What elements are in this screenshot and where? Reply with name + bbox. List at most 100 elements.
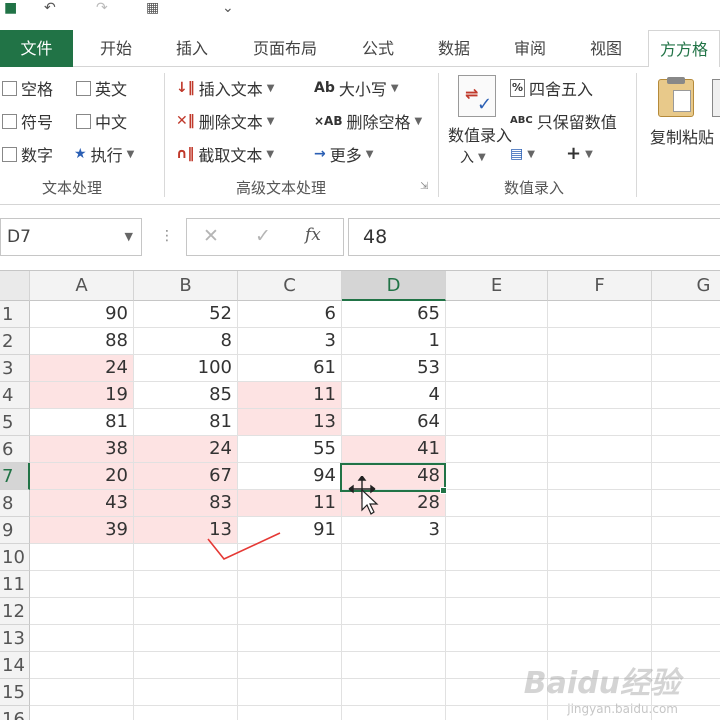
table-cell[interactable]: 20 <box>30 463 134 490</box>
tab-fangfangge[interactable]: 方方格 <box>648 30 720 68</box>
table-cell[interactable] <box>446 355 548 382</box>
tab-insert[interactable]: 插入 <box>164 30 220 67</box>
table-cell[interactable] <box>238 706 342 720</box>
table-cell[interactable]: 81 <box>134 409 238 436</box>
table-cell[interactable]: 24 <box>30 355 134 382</box>
table-cell[interactable]: 90 <box>30 301 134 328</box>
table-cell[interactable]: 11 <box>238 382 342 409</box>
table-cell[interactable] <box>446 301 548 328</box>
table-cell[interactable]: 88 <box>30 328 134 355</box>
table-cell[interactable] <box>238 679 342 706</box>
entry-button[interactable]: 数值录入 <box>448 123 512 145</box>
table-cell[interactable] <box>30 598 134 625</box>
row-header[interactable]: 16 <box>0 706 30 720</box>
table-cell[interactable] <box>446 409 548 436</box>
chinese-checkbox[interactable]: 中文 <box>76 108 127 134</box>
table-cell[interactable] <box>446 544 548 571</box>
row-header[interactable]: 9 <box>0 517 30 544</box>
drag-handle-icon[interactable]: ⋮ <box>160 228 174 244</box>
column-header[interactable]: G <box>652 271 720 301</box>
keep-values-button[interactable]: ABC 只保留数值 <box>510 108 617 134</box>
table-cell[interactable] <box>342 598 446 625</box>
round-button[interactable]: % 四舍五入 <box>510 75 593 101</box>
table-cell[interactable] <box>446 517 548 544</box>
row-header[interactable]: 7 <box>0 463 30 490</box>
tab-data[interactable]: 数据 <box>426 30 482 67</box>
row-header[interactable]: 8 <box>0 490 30 517</box>
table-cell[interactable] <box>134 625 238 652</box>
table-cell[interactable]: 19 <box>30 382 134 409</box>
tab-home[interactable]: 开始 <box>88 30 144 67</box>
table-cell[interactable] <box>238 652 342 679</box>
table-cell[interactable]: 11 <box>238 490 342 517</box>
table-cell[interactable] <box>446 706 548 720</box>
row-header[interactable]: 15 <box>0 679 30 706</box>
table-cell[interactable] <box>30 706 134 720</box>
table-cell[interactable] <box>342 571 446 598</box>
table-cell[interactable] <box>446 328 548 355</box>
table-cell[interactable]: 1 <box>342 328 446 355</box>
table-cell[interactable] <box>446 571 548 598</box>
table-cell[interactable]: 94 <box>238 463 342 490</box>
table-cell[interactable] <box>134 652 238 679</box>
table-cell[interactable] <box>548 490 652 517</box>
entry-icon[interactable]: ⇌ ✓ <box>458 75 496 117</box>
table-cell[interactable]: 24 <box>134 436 238 463</box>
table-cell[interactable] <box>446 463 548 490</box>
row-header[interactable]: 6 <box>0 436 30 463</box>
table-cell[interactable] <box>652 463 720 490</box>
table-cell[interactable] <box>446 625 548 652</box>
row-header[interactable]: 1 <box>0 301 30 328</box>
table-cell[interactable] <box>30 544 134 571</box>
table-cell[interactable] <box>134 679 238 706</box>
name-box[interactable]: D7 ▼ <box>0 218 142 256</box>
table-icon[interactable]: ▦ <box>146 0 159 18</box>
table-cell[interactable] <box>652 382 720 409</box>
table-cell[interactable] <box>134 571 238 598</box>
delete-text-button[interactable]: ✕‖ 删除文本 ▼ <box>176 108 274 134</box>
table-cell[interactable] <box>446 490 548 517</box>
tab-file[interactable]: 文件 <box>0 30 73 67</box>
table-cell[interactable] <box>548 625 652 652</box>
fill-handle[interactable] <box>440 487 447 494</box>
table-cell[interactable] <box>30 679 134 706</box>
column-header[interactable]: A <box>30 271 134 301</box>
table-cell[interactable]: 4 <box>342 382 446 409</box>
table-cell[interactable] <box>134 706 238 720</box>
table-cell[interactable] <box>30 571 134 598</box>
extract-text-button[interactable]: ∩‖ 截取文本 ▼ <box>176 141 274 167</box>
table-cell[interactable]: 83 <box>134 490 238 517</box>
table-cell[interactable]: 41 <box>342 436 446 463</box>
customize-qat-icon[interactable]: ⌄ <box>222 0 234 18</box>
table-cell[interactable] <box>548 436 652 463</box>
table-cell[interactable]: 81 <box>30 409 134 436</box>
column-header[interactable]: B <box>134 271 238 301</box>
undo-icon[interactable]: ↶ <box>44 0 56 18</box>
table-cell[interactable] <box>548 571 652 598</box>
table-cell[interactable] <box>342 652 446 679</box>
table-cell[interactable] <box>238 571 342 598</box>
table-cell[interactable] <box>548 409 652 436</box>
date-button[interactable]: ▤ ▼ <box>510 141 535 167</box>
table-cell[interactable] <box>652 625 720 652</box>
select-all-corner[interactable] <box>0 271 30 301</box>
execute-button[interactable]: ★ 执行 ▼ <box>74 141 134 167</box>
save-icon[interactable]: ■ <box>4 0 17 18</box>
table-cell[interactable]: 8 <box>134 328 238 355</box>
table-cell[interactable] <box>238 598 342 625</box>
entry-button-caret[interactable]: 入 ▼ <box>460 147 486 167</box>
table-cell[interactable]: 65 <box>342 301 446 328</box>
table-cell[interactable] <box>238 625 342 652</box>
table-cell[interactable] <box>652 436 720 463</box>
table-cell[interactable]: 55 <box>238 436 342 463</box>
space-checkbox[interactable]: 空格 <box>2 75 53 101</box>
remove-spaces-button[interactable]: ×AB 删除空格 ▼ <box>314 108 422 134</box>
table-cell[interactable] <box>342 679 446 706</box>
column-header[interactable]: F <box>548 271 652 301</box>
table-cell[interactable] <box>342 706 446 720</box>
row-header[interactable]: 4 <box>0 382 30 409</box>
symbol-checkbox[interactable]: 符号 <box>2 108 53 134</box>
table-cell[interactable] <box>548 598 652 625</box>
table-cell[interactable] <box>446 382 548 409</box>
insert-text-button[interactable]: ↓‖ 插入文本 ▼ <box>176 75 274 101</box>
